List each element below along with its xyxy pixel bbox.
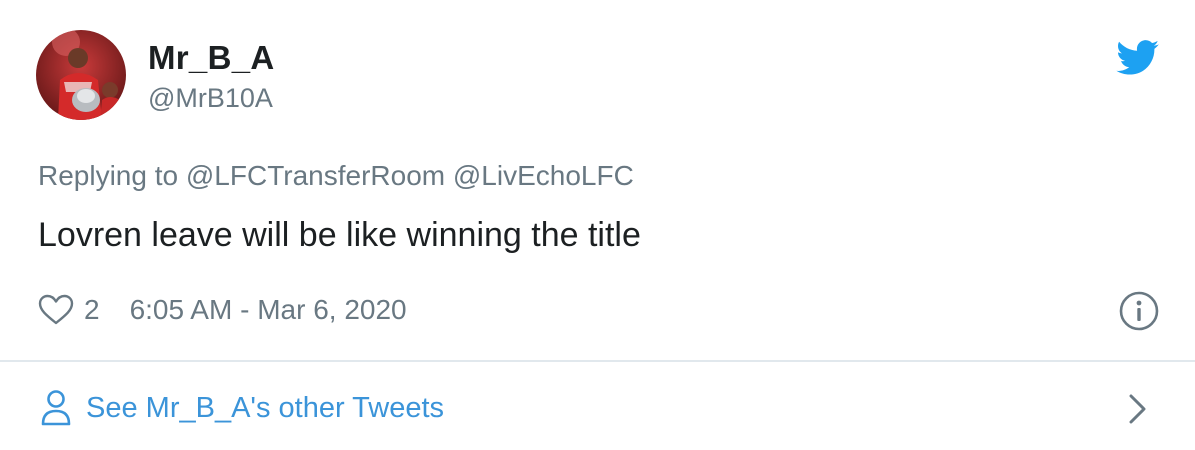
author-names: Mr_B_A @MrB10A xyxy=(148,38,275,116)
divider xyxy=(0,360,1195,362)
tweet-timestamp[interactable]: 6:05 AM - Mar 6, 2020 xyxy=(130,294,407,326)
embedded-tweet-card: Mr_B_A @MrB10A Replying to @LFCTransferR… xyxy=(0,0,1195,450)
see-other-tweets-link[interactable]: See Mr_B_A's other Tweets xyxy=(40,386,444,430)
info-icon[interactable] xyxy=(1118,290,1160,332)
heart-icon[interactable] xyxy=(38,294,74,326)
tweet-header: Mr_B_A @MrB10A xyxy=(36,30,275,120)
chevron-right-icon[interactable] xyxy=(1126,392,1150,426)
like-count[interactable]: 2 xyxy=(84,294,100,326)
see-other-tweets-label[interactable]: See Mr_B_A's other Tweets xyxy=(86,392,444,425)
replying-to-prefix: Replying to xyxy=(38,160,179,191)
person-icon xyxy=(41,390,71,426)
replying-to-line: Replying to @LFCTransferRoom @LivEchoLFC xyxy=(38,158,634,194)
reply-mention-lfctransferroom[interactable]: @LFCTransferRoom xyxy=(186,160,445,191)
tweet-meta: 2 6:05 AM - Mar 6, 2020 xyxy=(38,290,407,330)
twitter-bird-icon[interactable] xyxy=(1116,40,1160,76)
author-handle[interactable]: @MrB10A xyxy=(148,80,275,116)
author-display-name[interactable]: Mr_B_A xyxy=(148,38,275,78)
avatar[interactable] xyxy=(36,30,126,120)
reply-mention-livecholfc[interactable]: @LivEchoLFC xyxy=(453,160,634,191)
tweet-text: Lovren leave will be like winning the ti… xyxy=(38,216,641,254)
